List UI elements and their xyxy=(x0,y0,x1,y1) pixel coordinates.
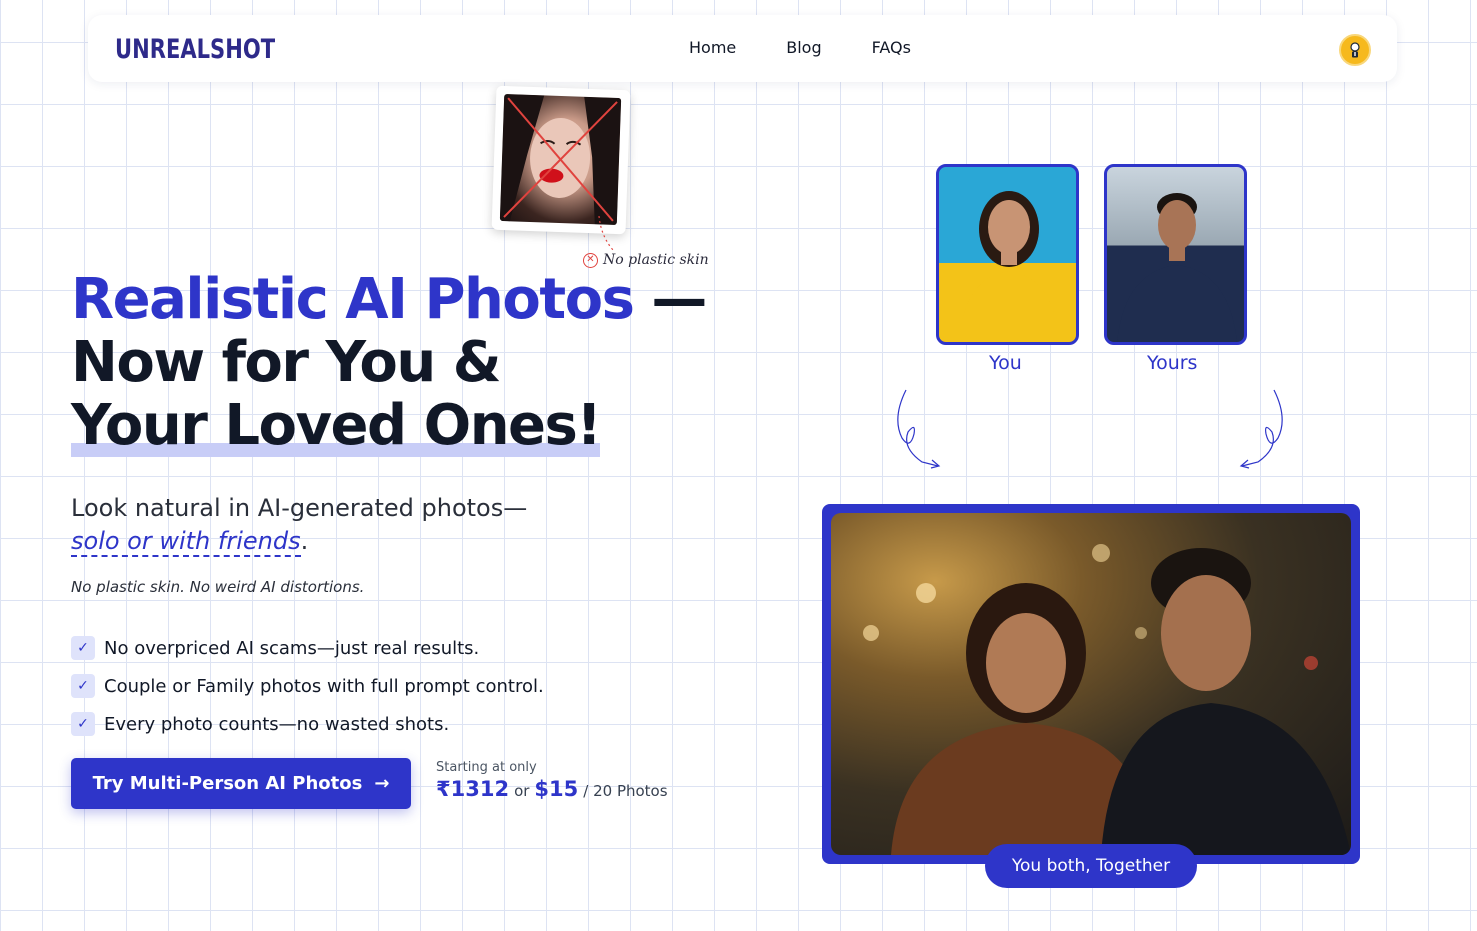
check-icon: ✓ xyxy=(71,636,95,660)
price-inr: ₹1312 xyxy=(436,777,510,801)
no-plastic-skin-note: ✕ No plastic skin xyxy=(583,252,709,268)
subtitle-highlight: solo or with friends xyxy=(71,527,301,557)
hero-subtitle: Look natural in AI-generated photos— sol… xyxy=(71,492,631,558)
nav-faqs[interactable]: FAQs xyxy=(872,38,911,57)
feature-item: ✓ No overpriced AI scams—just real resul… xyxy=(71,629,544,667)
note-text: No plastic skin xyxy=(603,252,709,268)
together-caption: You both, Together xyxy=(985,844,1197,888)
hero-title: Realistic AI Photos — Now for You & Your… xyxy=(71,268,711,457)
dotted-connector xyxy=(598,215,614,251)
feature-list: ✓ No overpriced AI scams—just real resul… xyxy=(71,629,544,743)
arrow-right-icon: → xyxy=(374,773,390,794)
logo-text: UNREALSHOT xyxy=(115,33,276,65)
couple-portrait xyxy=(863,544,1351,855)
yours-label: Yours xyxy=(1147,352,1198,374)
feature-text: Every photo counts—no wasted shots. xyxy=(104,713,450,735)
cta-label: Try Multi-Person AI Photos xyxy=(92,773,363,794)
plastic-skin-example-photo xyxy=(499,93,622,225)
subtitle-main: Look natural in AI-generated photos— xyxy=(71,494,528,522)
hero-title-dash: — xyxy=(633,267,707,332)
woman-portrait xyxy=(959,191,1059,342)
hero-title-line2: Now for You & xyxy=(71,330,502,395)
nav-home[interactable]: Home xyxy=(689,38,736,57)
pricing-line: ₹1312 or $15 / 20 Photos xyxy=(436,777,668,801)
price-per: / 20 Photos xyxy=(583,782,668,800)
yours-photo-card xyxy=(1104,164,1247,345)
hero-title-line3: Your Loved Ones! xyxy=(71,393,602,458)
nav-blog[interactable]: Blog xyxy=(786,38,821,57)
nav-links: Home Blog FAQs xyxy=(689,38,961,57)
hero-title-accent: Realistic AI Photos xyxy=(71,267,635,332)
x-circle-icon: ✕ xyxy=(583,252,598,268)
hero-tagline: No plastic skin. No weird AI distortions… xyxy=(71,578,365,596)
together-photo-frame xyxy=(822,504,1360,864)
pricing-block: Starting at only ₹1312 or $15 / 20 Photo… xyxy=(436,760,668,801)
user-avatar-icon xyxy=(1350,42,1360,58)
you-label: You xyxy=(989,352,1022,374)
man-portrait xyxy=(1117,193,1237,342)
pricing-label: Starting at only xyxy=(436,760,537,775)
feature-text: No overpriced AI scams—just real results… xyxy=(104,637,480,659)
check-icon: ✓ xyxy=(71,712,95,736)
navbar: UNREALSHOT Home Blog FAQs xyxy=(88,15,1397,82)
together-photo xyxy=(831,513,1351,855)
price-or: or xyxy=(514,782,530,800)
plastic-skin-example-card xyxy=(491,85,631,235)
subtitle-end: . xyxy=(300,527,309,555)
feature-item: ✓ Couple or Family photos with full prom… xyxy=(71,667,544,705)
red-cross-icon xyxy=(503,97,618,222)
check-icon: ✓ xyxy=(71,674,95,698)
curved-arrow-left-icon xyxy=(897,389,941,469)
brand-logo[interactable]: UNREALSHOT xyxy=(115,32,275,66)
try-multi-person-button[interactable]: Try Multi-Person AI Photos → xyxy=(71,758,411,809)
user-avatar-button[interactable] xyxy=(1339,34,1371,66)
curved-arrow-right-icon xyxy=(1239,389,1283,469)
feature-item: ✓ Every photo counts—no wasted shots. xyxy=(71,705,544,743)
you-photo-card xyxy=(936,164,1079,345)
feature-text: Couple or Family photos with full prompt… xyxy=(104,675,544,697)
price-usd: $15 xyxy=(534,777,579,801)
